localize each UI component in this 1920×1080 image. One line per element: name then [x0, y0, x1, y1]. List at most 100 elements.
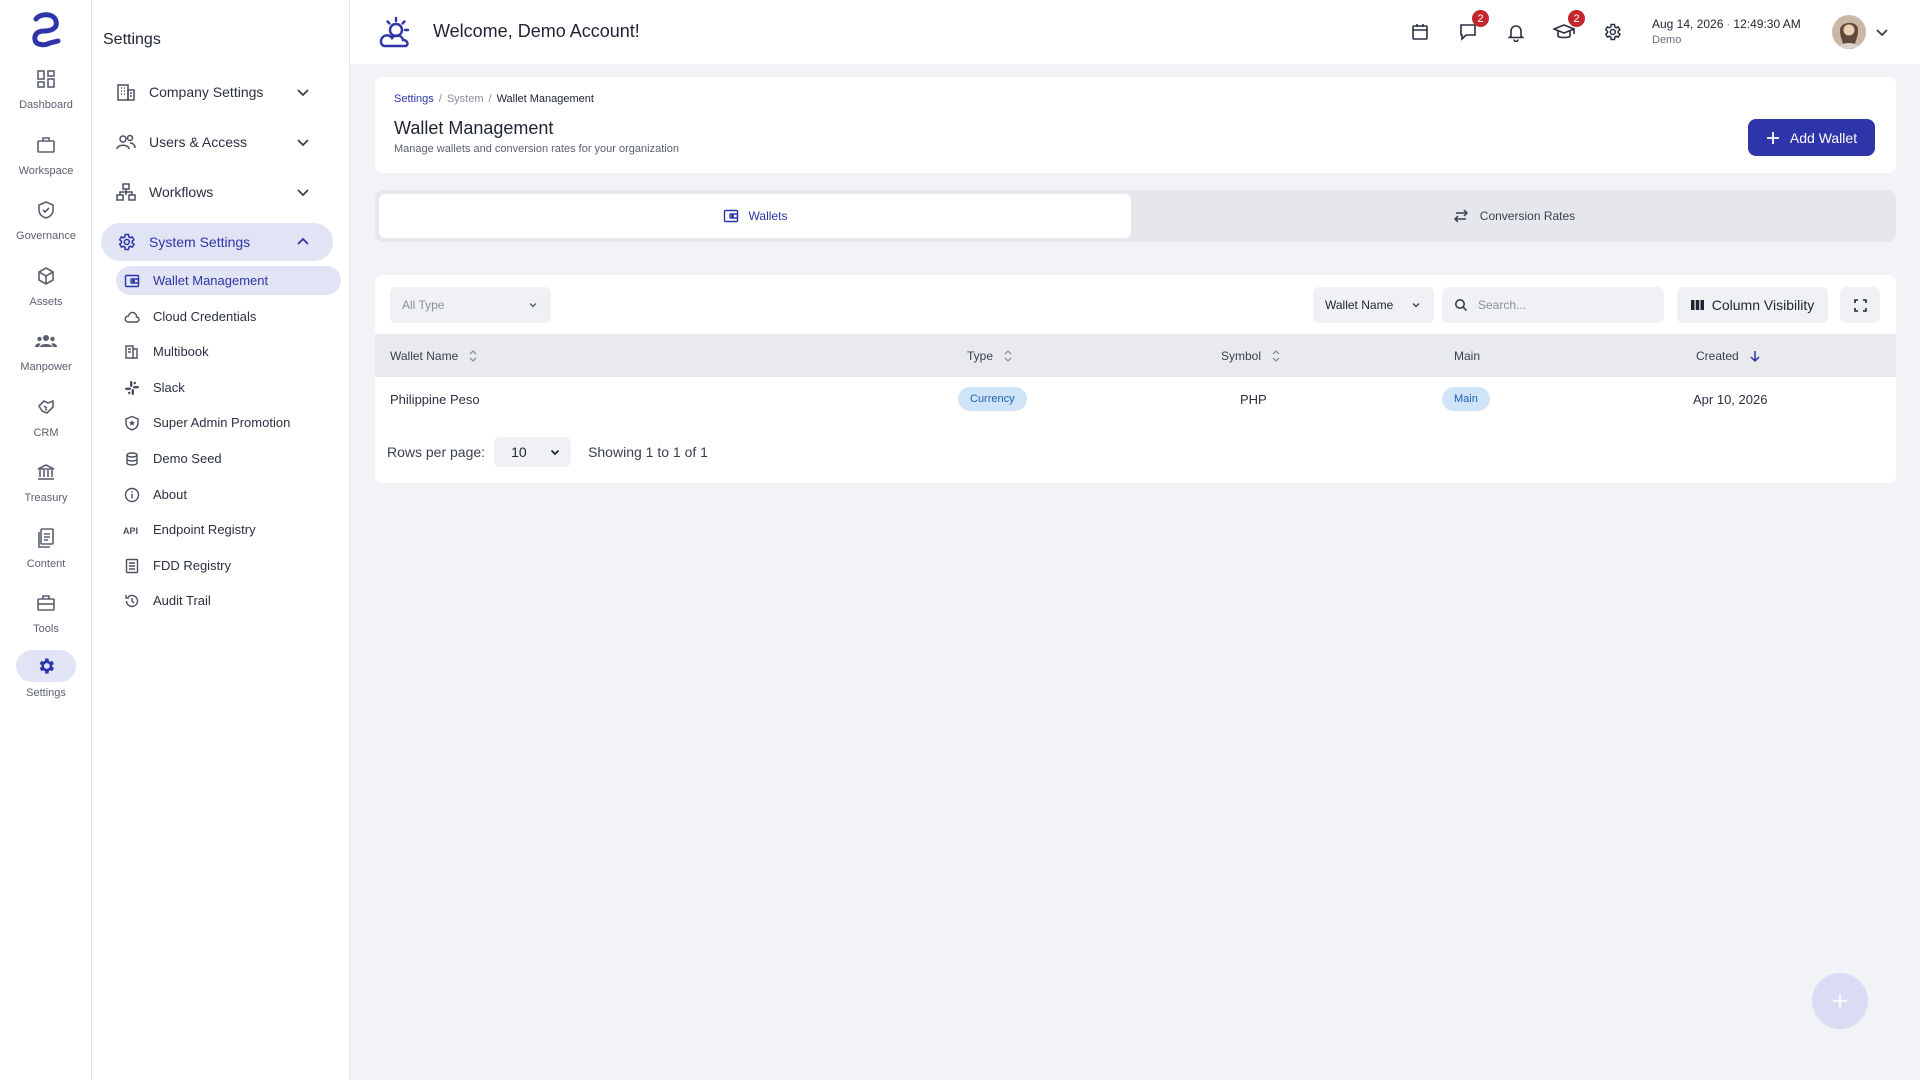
- tab-bar: Wallets Conversion Rates: [375, 190, 1896, 242]
- page-subtitle: Manage wallets and conversion rates for …: [394, 143, 679, 155]
- sidebar-item-about[interactable]: About: [116, 480, 341, 509]
- rail-label: Dashboard: [19, 99, 73, 111]
- calendar-button[interactable]: [1407, 19, 1433, 45]
- column-header-wallet-name[interactable]: Wallet Name: [390, 334, 478, 377]
- main-badge: Main: [1442, 387, 1490, 411]
- tab-wallets[interactable]: Wallets: [379, 194, 1131, 238]
- sidebar-group-system-settings[interactable]: System Settings: [101, 223, 333, 261]
- sidebar-group-users-access[interactable]: Users & Access: [101, 123, 333, 161]
- sidebar-item-multibook[interactable]: Multibook: [116, 337, 341, 366]
- bank-icon: [31, 457, 61, 487]
- sidebar-item-fdd-registry[interactable]: FDD Registry: [116, 551, 341, 580]
- column-header-created[interactable]: Created: [1696, 334, 1761, 377]
- add-wallet-button[interactable]: Add Wallet: [1748, 119, 1875, 156]
- rail-item-tools[interactable]: Tools: [0, 588, 92, 644]
- avatar[interactable]: [1832, 15, 1866, 49]
- cell-main: Main: [1442, 377, 1490, 421]
- top-bar: Welcome, Demo Account! 2 2 Aug 14, 2026 ·…: [350, 0, 1920, 64]
- shield-star-icon: [123, 414, 141, 432]
- sidebar-item-super-admin-promotion[interactable]: Super Admin Promotion: [116, 408, 341, 437]
- cube-icon: [31, 261, 61, 291]
- rail-label: Assets: [29, 296, 63, 308]
- rail-item-treasury[interactable]: Treasury: [0, 457, 92, 513]
- rail-item-workspace[interactable]: Workspace: [0, 130, 92, 186]
- sidebar-group-label: System Settings: [149, 234, 251, 250]
- sidebar-group-label: Company Settings: [149, 84, 264, 100]
- rail-item-crm[interactable]: CRM: [0, 392, 92, 448]
- breadcrumb-settings[interactable]: Settings: [394, 93, 434, 105]
- rows-per-page-label: Rows per page:: [387, 444, 486, 460]
- breadcrumb-system[interactable]: System: [447, 93, 484, 105]
- fullscreen-icon: [1853, 298, 1867, 312]
- search-column-select[interactable]: Wallet Name: [1313, 287, 1434, 323]
- column-header-symbol[interactable]: Symbol: [1221, 334, 1281, 377]
- rail-item-dashboard[interactable]: Dashboard: [0, 64, 92, 120]
- rail-item-governance[interactable]: Governance: [0, 195, 92, 251]
- column-visibility-button[interactable]: Column Visibility: [1677, 287, 1828, 323]
- gear-icon: [16, 650, 76, 682]
- welcome-message: Welcome, Demo Account!: [433, 21, 640, 41]
- breadcrumb-current: Wallet Management: [496, 93, 594, 105]
- rail-item-content[interactable]: Content: [0, 523, 92, 579]
- chevron-down-icon: [295, 134, 311, 150]
- sidebar-item-label: Demo Seed: [153, 451, 222, 466]
- search-field[interactable]: [1442, 287, 1664, 323]
- floating-add-button[interactable]: [1812, 973, 1868, 1029]
- sidebar-group-workflows[interactable]: Workflows: [101, 173, 333, 211]
- search-input[interactable]: [1478, 298, 1648, 312]
- users-icon: [115, 131, 137, 153]
- tab-label: Wallets: [748, 209, 788, 223]
- swap-icon: [1453, 209, 1468, 223]
- sidebar-item-audit-trail[interactable]: Audit Trail: [116, 586, 341, 615]
- cell-symbol: PHP: [1240, 391, 1267, 407]
- rail-label: Workspace: [18, 165, 74, 177]
- sidebar-item-endpoint-registry[interactable]: API Endpoint Registry: [116, 515, 341, 544]
- tab-conversion-rates[interactable]: Conversion Rates: [1135, 194, 1892, 238]
- sidebar-item-cloud-credentials[interactable]: Cloud Credentials: [116, 302, 341, 331]
- cloud-icon: [123, 308, 141, 326]
- app-logo-icon[interactable]: [28, 10, 64, 48]
- messages-button[interactable]: 2: [1455, 10, 1489, 45]
- column-header-type[interactable]: Type: [967, 334, 1013, 377]
- learning-button[interactable]: 2: [1551, 10, 1585, 45]
- gear-icon: [1604, 23, 1621, 41]
- notifications-button[interactable]: [1503, 19, 1529, 45]
- current-date: Aug 14, 2026: [1652, 17, 1724, 31]
- sort-icon: [469, 349, 477, 362]
- type-filter-value: All Type: [402, 298, 445, 312]
- table-row[interactable]: Philippine Peso Currency PHP Main Apr 10…: [375, 377, 1896, 421]
- chevron-up-icon: [295, 234, 311, 250]
- sidebar-item-demo-seed[interactable]: Demo Seed: [116, 444, 341, 473]
- add-wallet-label: Add Wallet: [1789, 129, 1858, 146]
- chevron-down-icon[interactable]: [1874, 24, 1890, 40]
- rows-per-page-value: 10: [511, 444, 527, 460]
- info-icon: [123, 486, 141, 504]
- arrow-down-icon: [1750, 350, 1760, 362]
- rail-label: Governance: [16, 230, 76, 242]
- messages-badge: 2: [1472, 10, 1489, 27]
- cell-type: Currency: [958, 377, 1027, 421]
- page-title: Wallet Management: [394, 118, 554, 138]
- breadcrumb: Settings / System / Wallet Management: [394, 93, 594, 105]
- list-icon: [123, 557, 141, 575]
- database-icon: [123, 450, 141, 468]
- datetime-display: Aug 14, 2026 · 12:49:30 AM: [1652, 17, 1801, 31]
- sidebar-item-wallet-management[interactable]: Wallet Management: [116, 266, 341, 295]
- rail-item-manpower[interactable]: Manpower: [0, 326, 92, 382]
- rail-item-settings[interactable]: Settings: [0, 650, 92, 706]
- rows-per-page-select[interactable]: 10: [494, 437, 572, 467]
- column-header-main: Main: [1454, 348, 1481, 363]
- fullscreen-button[interactable]: [1840, 287, 1880, 323]
- people-icon: [31, 326, 61, 356]
- type-filter-select[interactable]: All Type: [390, 287, 551, 323]
- rail-item-assets[interactable]: Assets: [0, 261, 92, 317]
- sidebar-item-slack[interactable]: Slack: [116, 373, 341, 402]
- books-icon: [123, 343, 141, 361]
- handshake-icon: [31, 392, 61, 422]
- briefcase-icon: [31, 130, 61, 160]
- sidebar-item-label: Endpoint Registry: [153, 522, 256, 537]
- settings-button[interactable]: [1599, 19, 1625, 45]
- sidebar-group-company-settings[interactable]: Company Settings: [101, 73, 333, 111]
- chevron-down-icon: [295, 184, 311, 200]
- wallet-icon: [123, 272, 141, 290]
